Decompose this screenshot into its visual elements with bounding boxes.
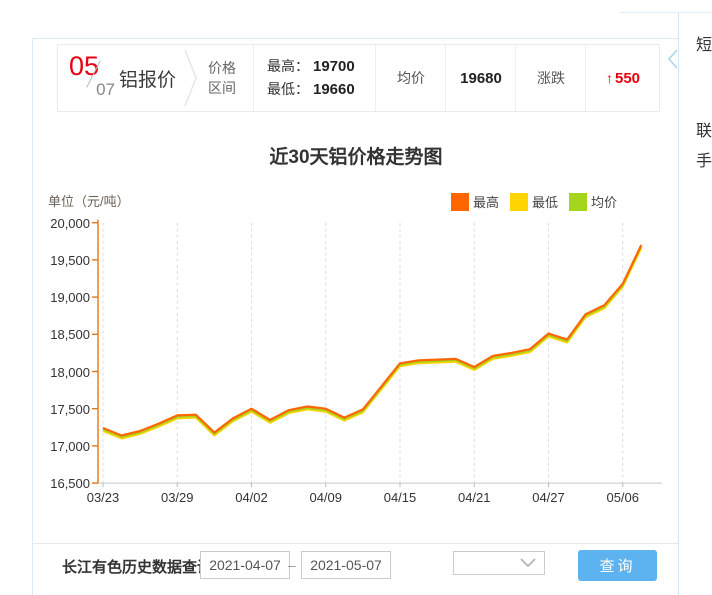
date-range-separator: –: [288, 557, 296, 573]
query-bar-divider: [33, 543, 678, 544]
query-button[interactable]: 查询: [578, 550, 657, 581]
date-from-input[interactable]: [200, 551, 290, 579]
metal-select-dropdown[interactable]: [453, 551, 545, 575]
chevron-down-icon: [520, 558, 536, 568]
price-trend-chart: [92, 219, 662, 488]
date-to-input[interactable]: [301, 551, 391, 579]
series-line-最低: [102, 247, 643, 440]
series-line-均价: [102, 246, 643, 438]
